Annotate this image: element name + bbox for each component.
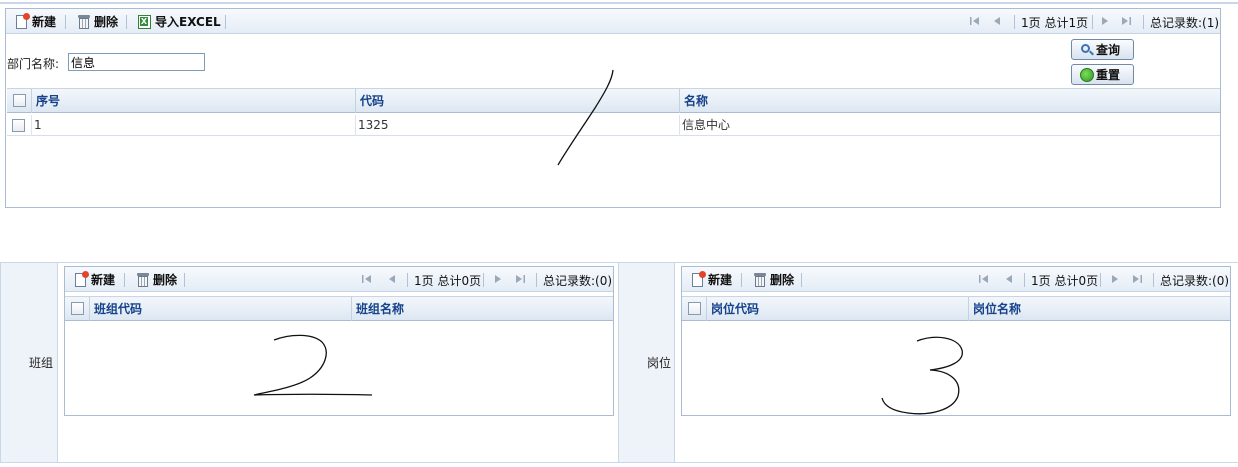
dept-grid-header: 序号 代码 名称 xyxy=(7,88,1220,113)
post-side-band: 岗位 xyxy=(618,263,675,463)
top-border xyxy=(0,2,1238,4)
dept-page-info: 1页 总计1页 xyxy=(1021,16,1089,30)
select-all-checkbox[interactable] xyxy=(13,94,26,107)
trash-icon xyxy=(76,14,92,30)
select-all-cell xyxy=(682,297,707,321)
prev-page-icon[interactable] xyxy=(990,14,1004,28)
toolbar-separator xyxy=(126,15,127,29)
dept-name-label: 部门名称: xyxy=(7,57,60,71)
reset-button[interactable]: 重置 xyxy=(1071,64,1134,85)
post-total-count: 总记录数:(0) xyxy=(1160,274,1230,288)
toolbar-separator xyxy=(65,15,66,29)
toolbar-separator xyxy=(536,273,537,287)
new-document-icon xyxy=(690,270,706,288)
row-checkbox[interactable] xyxy=(12,119,25,132)
refresh-icon xyxy=(1080,67,1094,82)
post-grid-header: 岗位代码 岗位名称 xyxy=(682,296,1230,321)
cell-name: 信息中心 xyxy=(682,118,731,132)
col-header-post-code[interactable]: 岗位代码 xyxy=(707,297,969,321)
post-panel: 新建 删除 1页 总计0页 总记录数:(0) 岗位代码 岗位名称 xyxy=(681,266,1231,416)
next-page-icon[interactable] xyxy=(1098,14,1112,28)
cell-index: 1 xyxy=(32,115,356,136)
trash-icon xyxy=(135,272,151,288)
toolbar-separator xyxy=(1143,15,1144,29)
search-icon xyxy=(1080,43,1094,57)
post-page-info: 1页 总计0页 xyxy=(1031,274,1099,288)
first-page-icon[interactable] xyxy=(977,272,991,286)
import-excel-button[interactable]: X 导入EXCEL xyxy=(137,12,221,31)
toolbar-separator xyxy=(184,273,185,287)
col-header-index[interactable]: 序号 xyxy=(32,89,356,113)
new-document-icon xyxy=(73,270,89,288)
dept-new-button[interactable]: 新建 xyxy=(14,12,56,31)
dept-toolbar: 新建 删除 X 导入EXCEL 1页 总计1页 总记录数:(1) xyxy=(6,9,1220,34)
query-button[interactable]: 查询 xyxy=(1071,39,1134,60)
team-grid-header: 班组代码 班组名称 xyxy=(65,296,613,321)
team-side-label: 班组 xyxy=(29,356,54,370)
col-header-post-name[interactable]: 岗位名称 xyxy=(969,297,1230,321)
table-row[interactable]: 1 1325 信息中心 xyxy=(7,115,1220,136)
first-page-icon[interactable] xyxy=(968,14,982,28)
toolbar-separator xyxy=(1092,15,1093,29)
last-page-icon[interactable] xyxy=(513,272,527,286)
post-side-label: 岗位 xyxy=(647,356,672,370)
prev-page-icon[interactable] xyxy=(1002,272,1016,286)
cell-code: 1325 xyxy=(356,115,680,136)
toolbar-separator xyxy=(1153,273,1154,287)
last-page-icon[interactable] xyxy=(1130,272,1144,286)
dept-total-count: 总记录数:(1) xyxy=(1150,16,1220,30)
last-page-icon[interactable] xyxy=(1119,14,1133,28)
next-page-icon[interactable] xyxy=(1108,272,1122,286)
dept-name-input[interactable] xyxy=(68,53,205,71)
bottom-border xyxy=(0,462,1238,463)
post-toolbar: 新建 删除 1页 总计0页 总记录数:(0) xyxy=(682,267,1230,292)
new-document-icon xyxy=(14,12,30,30)
toolbar-separator xyxy=(407,273,408,287)
team-new-button[interactable]: 新建 xyxy=(73,270,115,289)
col-header-team-code[interactable]: 班组代码 xyxy=(90,297,352,321)
team-side-band: 班组 xyxy=(0,263,58,463)
post-new-button[interactable]: 新建 xyxy=(690,270,732,289)
toolbar-separator xyxy=(1100,273,1101,287)
excel-icon: X xyxy=(137,14,153,30)
toolbar-separator xyxy=(741,273,742,287)
toolbar-separator xyxy=(1014,15,1015,29)
team-delete-button[interactable]: 删除 xyxy=(135,270,177,289)
team-toolbar: 新建 删除 1页 总计0页 总记录数:(0) xyxy=(65,267,613,292)
select-all-checkbox[interactable] xyxy=(71,302,84,315)
toolbar-separator xyxy=(801,273,802,287)
dept-delete-button[interactable]: 删除 xyxy=(76,12,118,31)
toolbar-separator xyxy=(124,273,125,287)
team-panel: 新建 删除 1页 总计0页 总记录数:(0) 班组代码 班组名称 xyxy=(64,266,614,416)
trash-icon xyxy=(752,272,768,288)
first-page-icon[interactable] xyxy=(360,272,374,286)
next-page-icon[interactable] xyxy=(491,272,505,286)
col-header-code[interactable]: 代码 xyxy=(356,89,680,113)
post-delete-button[interactable]: 删除 xyxy=(752,270,794,289)
select-all-cell xyxy=(65,297,90,321)
select-all-checkbox[interactable] xyxy=(688,302,701,315)
toolbar-separator xyxy=(225,15,226,29)
col-header-team-name[interactable]: 班组名称 xyxy=(352,297,613,321)
dept-panel: 新建 删除 X 导入EXCEL 1页 总计1页 总记录数:(1) 部门名称: 查… xyxy=(5,8,1221,208)
toolbar-separator xyxy=(1024,273,1025,287)
select-all-cell xyxy=(7,89,32,113)
prev-page-icon[interactable] xyxy=(385,272,399,286)
team-total-count: 总记录数:(0) xyxy=(543,274,613,288)
team-page-info: 1页 总计0页 xyxy=(414,274,482,288)
row-select-cell xyxy=(7,115,32,136)
col-header-name[interactable]: 名称 xyxy=(680,89,1220,113)
toolbar-separator xyxy=(483,273,484,287)
